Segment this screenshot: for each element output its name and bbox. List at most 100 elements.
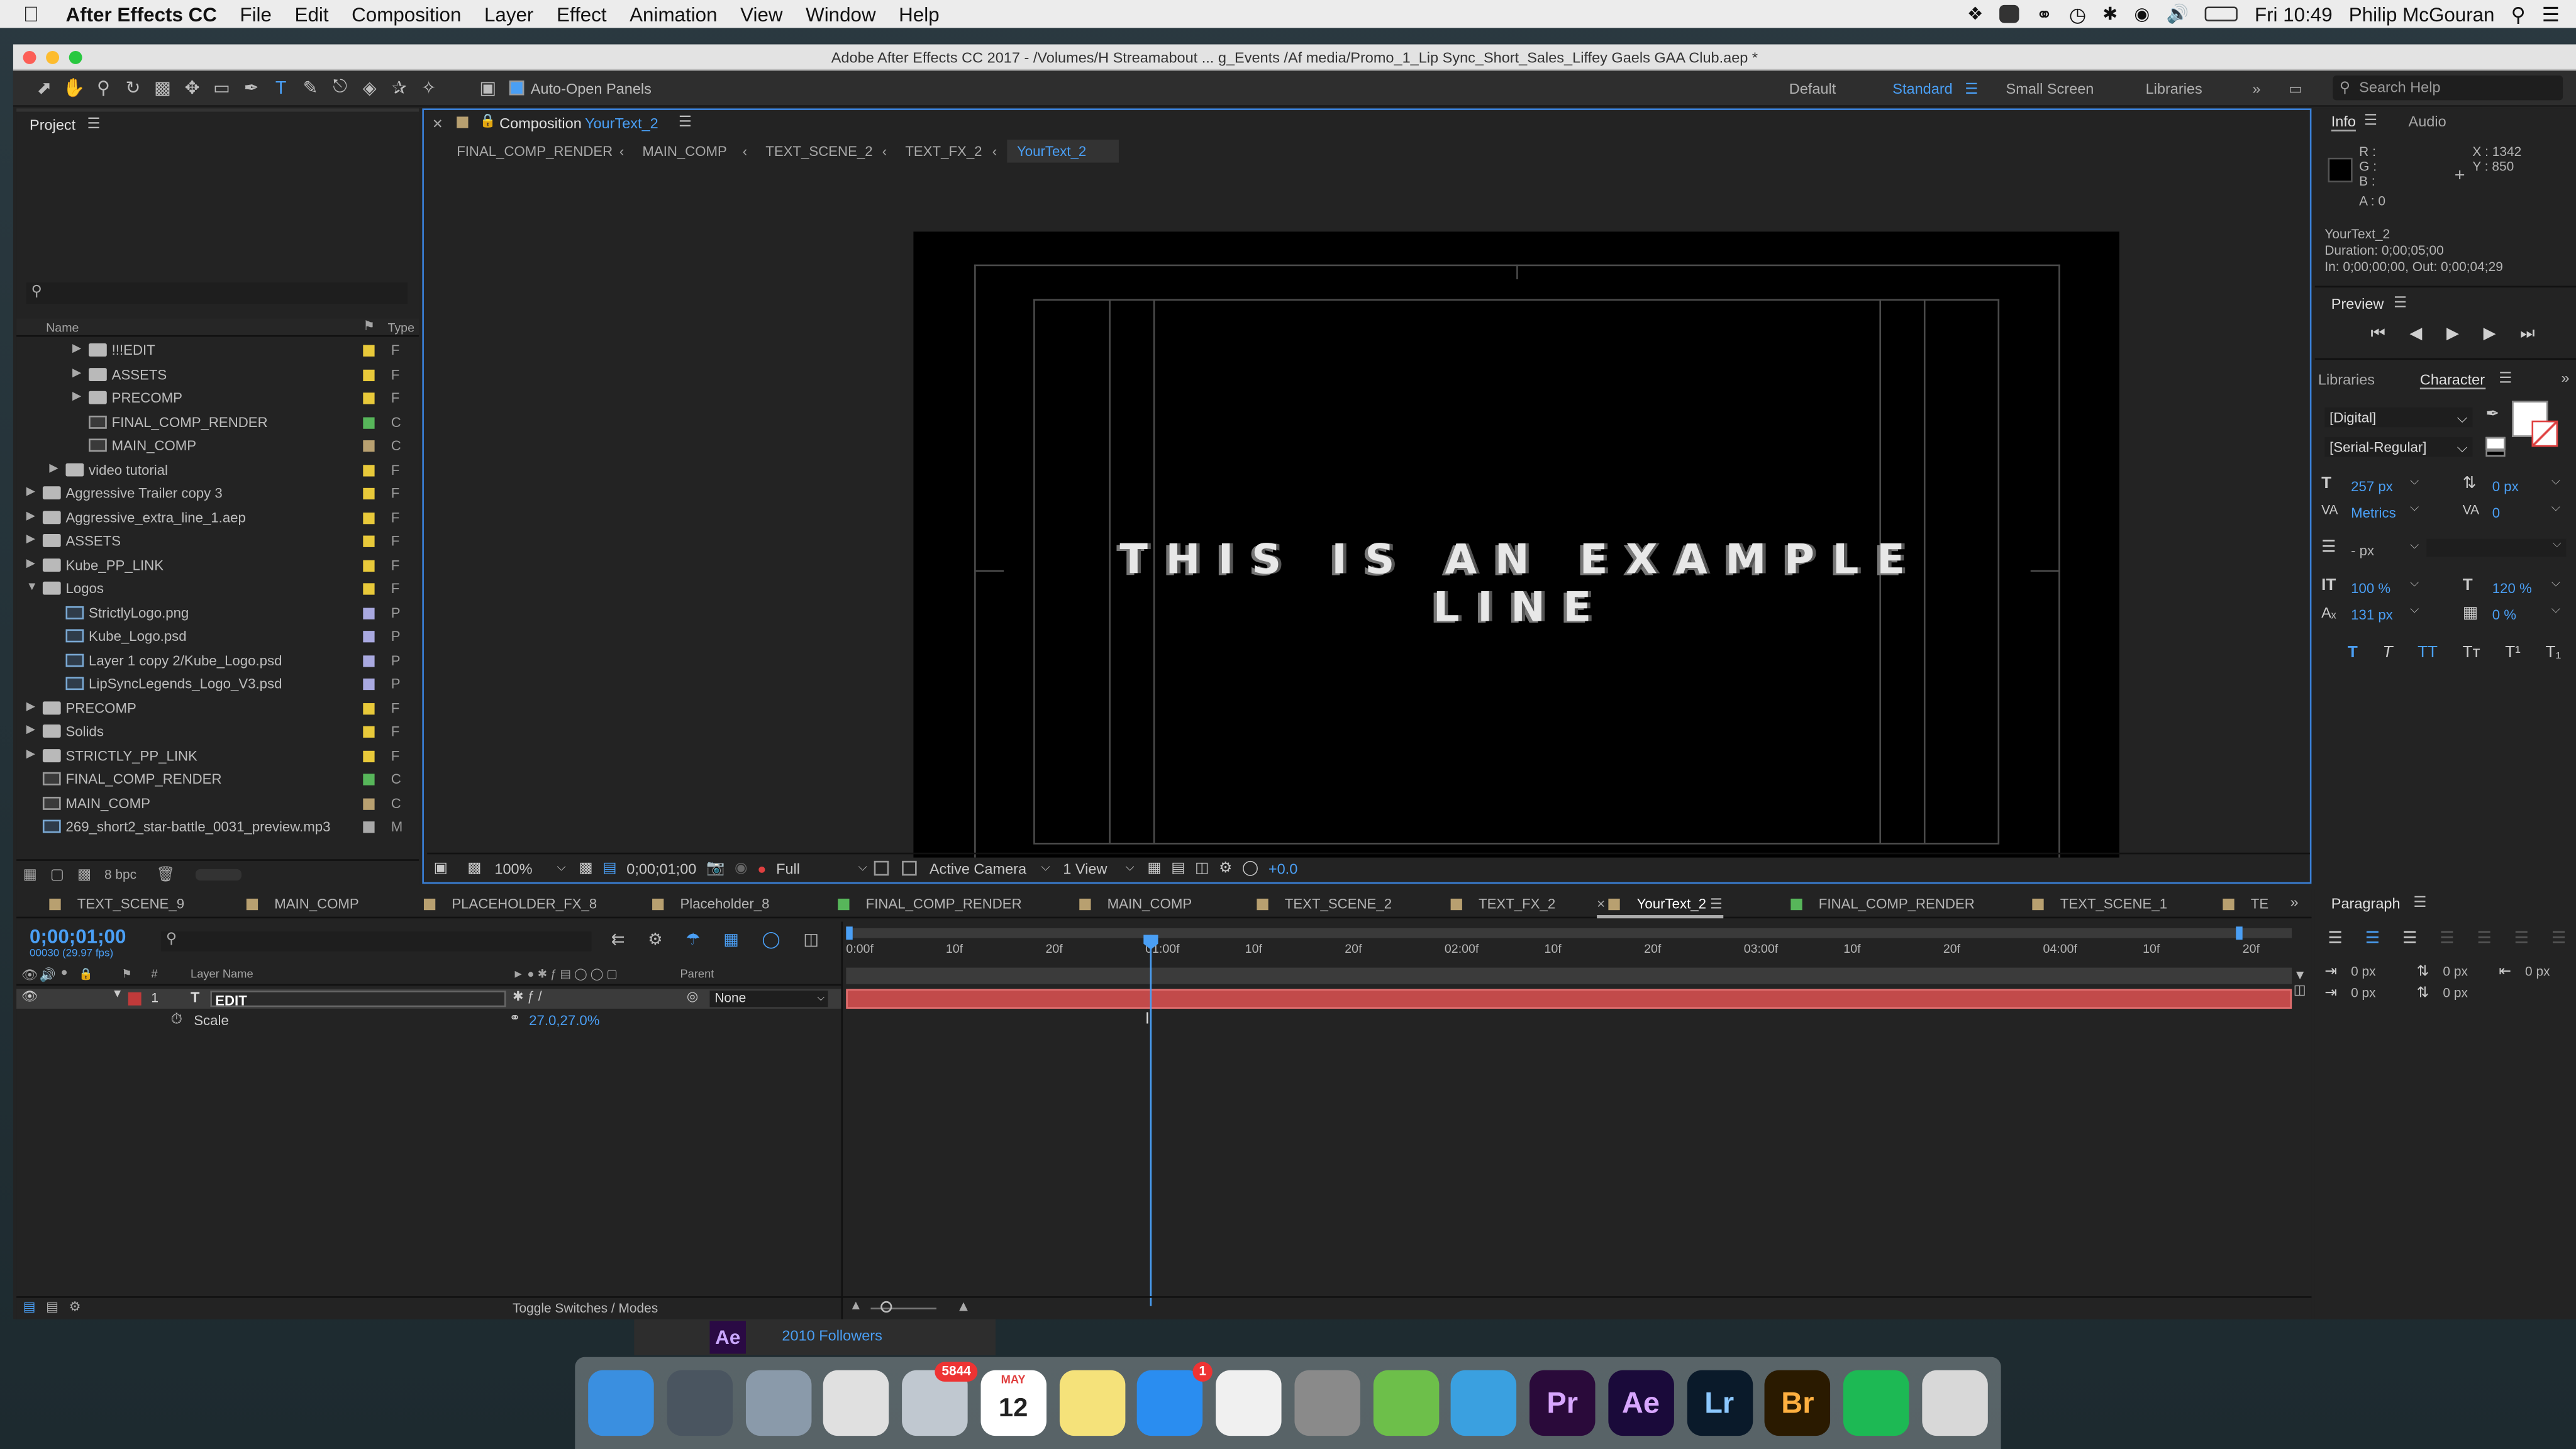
more-panels-icon[interactable]: » — [2561, 370, 2569, 386]
project-search-input[interactable]: ⚲ — [26, 282, 408, 304]
align-center-icon[interactable]: ☰ — [2365, 930, 2380, 948]
twirl-closed-icon[interactable]: ▶ — [26, 505, 35, 529]
first-frame-icon[interactable]: ⏮ — [2370, 325, 2385, 343]
comp-menu-icon[interactable]: ☰ — [679, 113, 692, 131]
col-num[interactable]: # — [151, 969, 157, 980]
snapshot-icon[interactable]: 📷 — [706, 859, 724, 877]
twirl-closed-icon[interactable]: ▶ — [72, 362, 81, 386]
dock-after-effects-icon[interactable]: Ae — [1607, 1370, 1674, 1436]
rectangle-tool-icon[interactable]: ▭ — [207, 75, 236, 101]
crumb-main-comp[interactable]: MAIN_COMP — [642, 140, 726, 163]
work-area-end[interactable] — [2236, 926, 2243, 940]
project-item[interactable]: ▼ Logos F — [16, 577, 411, 601]
stroke-style-dropdown[interactable]: ⌵ — [2426, 538, 2567, 557]
zoom-window-button[interactable] — [69, 50, 82, 64]
views-dropdown[interactable]: 1 View — [1063, 860, 1125, 877]
menu-effect[interactable]: Effect — [557, 3, 607, 26]
justify-center-icon[interactable]: ☰ — [2477, 930, 2491, 948]
project-item[interactable]: StrictlyLogo.png P — [16, 601, 411, 625]
faux-bold-icon[interactable]: T — [2348, 644, 2358, 662]
motion-blur-icon[interactable]: ◯ — [762, 931, 780, 950]
project-item[interactable]: ▶ video tutorial F — [16, 458, 411, 482]
rotate-tool-icon[interactable]: ↻ — [118, 75, 148, 101]
chevron-down-icon[interactable]: ⌵ — [2551, 477, 2560, 490]
label-color[interactable] — [363, 345, 375, 357]
timeline-tab[interactable]: TE — [2223, 889, 2268, 918]
twirl-closed-icon[interactable]: ▶ — [26, 553, 35, 577]
dock-trash-icon[interactable] — [1921, 1370, 1988, 1436]
last-frame-icon[interactable]: ⏭ — [2520, 325, 2535, 343]
label-icon[interactable]: ⚑ — [121, 968, 131, 980]
chevron-down-icon[interactable]: ⌵ — [2410, 502, 2419, 516]
toggle-pixel-icon[interactable]: ▦ — [1147, 859, 1161, 877]
layer-name[interactable]: EDIT — [210, 991, 506, 1009]
zoom-in-icon[interactable]: ▲ — [956, 1298, 970, 1314]
workspace-toggle-icon[interactable]: ▭ — [2289, 70, 2302, 106]
snapping-icon[interactable]: ▣ — [473, 75, 502, 101]
comp-canvas[interactable]: THIS IS AN EXAMPLE LINE — [913, 231, 2119, 858]
bluetooth-icon[interactable]: ✱ — [2102, 3, 2118, 25]
project-item[interactable]: ▶ Aggressive_extra_line_1.aep F — [16, 505, 411, 529]
shy-layers-icon[interactable]: ☂ — [686, 931, 700, 950]
libraries-tab[interactable]: Libraries — [2318, 371, 2375, 387]
space-after-value[interactable]: 0 px — [2443, 985, 2468, 1001]
eraser-tool-icon[interactable]: ◈ — [355, 75, 384, 101]
minimize-window-button[interactable] — [46, 50, 60, 64]
interpret-footage-icon[interactable]: ▦ — [23, 866, 37, 884]
layer-duration-bar[interactable] — [846, 989, 2292, 1009]
project-item[interactable]: ▶ !!!EDIT F — [16, 338, 411, 362]
grid-icon[interactable]: ▤ — [602, 859, 616, 877]
workspace-menu-icon[interactable]: ☰ — [1965, 70, 1978, 106]
wifi-icon[interactable]: ◉ — [2134, 3, 2150, 25]
swatch-black[interactable] — [2485, 450, 2506, 457]
zoom-tool-icon[interactable]: ⚲ — [89, 75, 118, 101]
label-color[interactable] — [363, 750, 375, 762]
crumb-current[interactable]: YourText_2 — [1007, 140, 1119, 163]
label-color[interactable] — [363, 369, 375, 380]
chevron-down-icon[interactable]: ⌵ — [2410, 604, 2419, 618]
col-name[interactable]: Name — [46, 320, 79, 335]
label-color[interactable] — [363, 821, 375, 833]
timeline-tab[interactable]: Placeholder_8 — [652, 889, 769, 918]
first-line-value[interactable]: 0 px — [2351, 985, 2376, 1001]
swatch-white[interactable] — [2485, 436, 2506, 450]
timeline-end-icon[interactable]: ◫ — [2294, 982, 2306, 997]
label-color[interactable] — [363, 631, 375, 643]
label-color[interactable] — [363, 797, 375, 809]
label-color[interactable] — [363, 583, 375, 595]
menu-window[interactable]: Window — [806, 3, 876, 26]
transfer-controls-icon[interactable]: ▤ — [46, 1299, 58, 1314]
brush-tool-icon[interactable]: ✎ — [296, 75, 325, 101]
dock-bridge-icon[interactable]: Br — [1765, 1370, 1831, 1436]
work-area-start[interactable] — [846, 926, 853, 940]
previous-frame-icon[interactable]: ◀ — [2409, 325, 2422, 343]
twirl-closed-icon[interactable]: ▶ — [26, 481, 35, 505]
project-panel-title[interactable]: Project — [30, 116, 75, 133]
chevron-down-icon[interactable]: ⌵ — [2551, 502, 2560, 516]
workspace-small-screen[interactable]: Small Screen — [2006, 70, 2094, 106]
menu-edit[interactable]: Edit — [295, 3, 329, 26]
space-before-value[interactable]: 0 px — [2443, 964, 2468, 979]
project-item[interactable]: ▶ Solids F — [16, 719, 411, 743]
audio-icon[interactable]: 🔊 — [40, 968, 56, 983]
workspace-libraries[interactable]: Libraries — [2146, 70, 2202, 106]
camera-tool-icon[interactable]: ▩ — [148, 75, 177, 101]
project-item[interactable]: 269_short2_star-battle_0031_preview.mp3 M — [16, 815, 411, 839]
chevron-down-icon[interactable]: ⌵ — [2551, 579, 2560, 592]
new-folder-icon[interactable]: ▢ — [50, 866, 64, 884]
justify-left-icon[interactable]: ☰ — [2440, 930, 2454, 948]
project-item[interactable]: ▶ ASSETS F — [16, 362, 411, 386]
dock-spotify-icon[interactable] — [1843, 1370, 1909, 1436]
clone-stamp-tool-icon[interactable]: ⎋ — [325, 75, 355, 101]
visibility-icon[interactable]: 👁 — [21, 968, 38, 983]
timeline-tab[interactable]: TEXT_SCENE_1 — [2032, 889, 2167, 918]
puppet-tool-icon[interactable]: ✧ — [414, 75, 443, 101]
stopwatch-icon[interactable]: ⏱ — [171, 1011, 182, 1029]
followers-count[interactable]: 2010 Followers — [782, 1328, 882, 1344]
chevron-down-icon[interactable]: ⌵ — [2410, 477, 2419, 490]
always-preview-icon[interactable]: ▣ — [434, 859, 448, 877]
type-tool-icon[interactable]: T — [266, 75, 296, 101]
timeline-tab[interactable]: MAIN_COMP — [246, 889, 359, 918]
show-snapshot-icon[interactable]: ◉ — [735, 859, 748, 877]
solo-icon[interactable]: ● — [61, 968, 68, 979]
